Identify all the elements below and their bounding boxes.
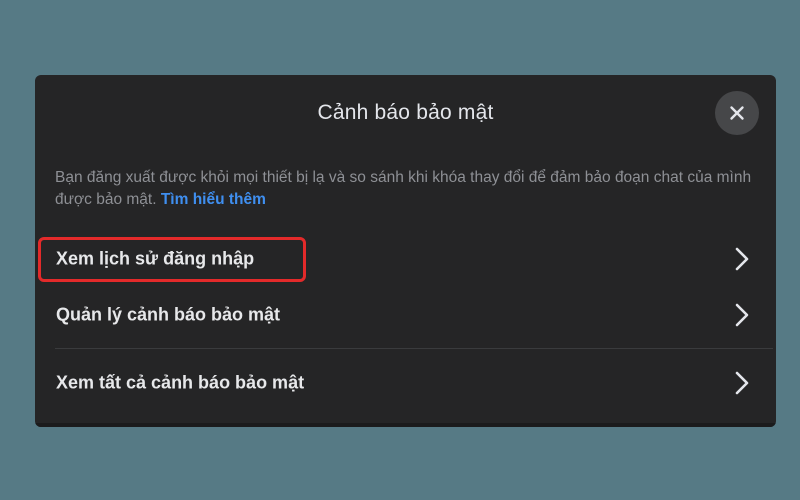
menu-item-label: Xem tất cả cảnh báo bảo mật bbox=[56, 372, 305, 393]
chevron-right-icon bbox=[735, 371, 749, 395]
dialog-bottom-edge bbox=[35, 423, 776, 427]
menu-item-manage-security-alerts[interactable]: Quản lý cảnh báo bảo mật bbox=[35, 285, 776, 345]
description-text: Bạn đăng xuất được khỏi mọi thiết bị lạ … bbox=[55, 169, 752, 208]
menu-item-view-all-security-alerts[interactable]: Xem tất cả cảnh báo bảo mật bbox=[35, 353, 776, 413]
menu-item-label: Xem lịch sử đăng nhập bbox=[56, 248, 255, 269]
menu-item-label: Quản lý cảnh báo bảo mật bbox=[56, 304, 281, 325]
menu-item-login-history[interactable]: Xem lịch sử đăng nhập bbox=[35, 229, 776, 289]
close-button[interactable] bbox=[715, 91, 759, 135]
dialog-title: Cảnh báo bảo mật bbox=[317, 101, 494, 124]
menu-divider bbox=[55, 348, 773, 349]
chevron-right-icon bbox=[735, 247, 749, 271]
security-alerts-dialog: Cảnh báo bảo mật Bạn đăng xuất được khỏi… bbox=[35, 75, 776, 427]
chevron-right-icon bbox=[735, 303, 749, 327]
dialog-description: Bạn đăng xuất được khỏi mọi thiết bị lạ … bbox=[55, 167, 755, 211]
learn-more-link[interactable]: Tìm hiểu thêm bbox=[161, 191, 266, 208]
close-icon bbox=[730, 106, 744, 120]
